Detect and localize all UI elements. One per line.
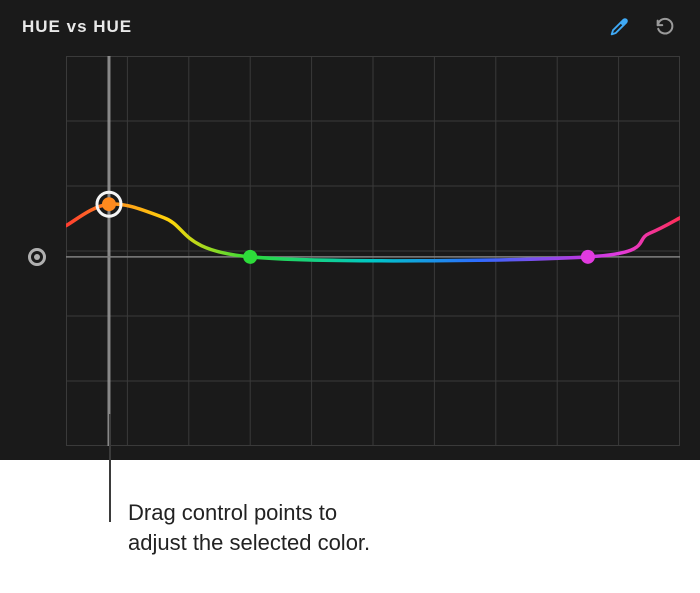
color-curves-panel: HUE vs HUE bbox=[0, 0, 700, 460]
annotation-leader-line bbox=[109, 414, 111, 522]
panel-header: HUE vs HUE bbox=[0, 0, 700, 54]
control-point[interactable] bbox=[581, 250, 595, 264]
reset-button[interactable] bbox=[652, 14, 678, 40]
annotation-caption: Drag control points to adjust the select… bbox=[128, 498, 370, 557]
curve-canvas[interactable] bbox=[66, 56, 680, 446]
panel-title: HUE vs HUE bbox=[22, 17, 132, 37]
baseline-indicator[interactable] bbox=[28, 248, 46, 266]
caption-line1: Drag control points to bbox=[128, 498, 370, 528]
control-point[interactable] bbox=[243, 250, 257, 264]
reset-icon bbox=[654, 16, 676, 38]
eyedropper-button[interactable] bbox=[606, 14, 632, 40]
eyedropper-icon bbox=[608, 16, 630, 38]
curve-editor[interactable] bbox=[66, 56, 680, 446]
caption-line2: adjust the selected color. bbox=[128, 528, 370, 558]
control-point-selected[interactable] bbox=[102, 197, 116, 211]
header-toolbar bbox=[606, 14, 678, 40]
